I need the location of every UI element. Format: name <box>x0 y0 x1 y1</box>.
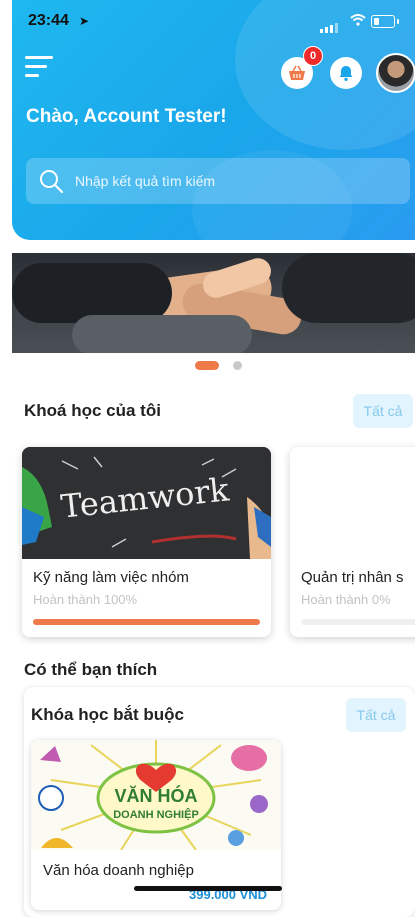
my-courses-title: Khoá học của tôi <box>24 401 161 420</box>
course-card[interactable]: Teamwork Kỹ năng làm việc nhóm Hoàn thàn… <box>22 447 271 637</box>
course-thumbnail <box>290 447 415 559</box>
greeting-text: Chào, Account Tester! <box>26 106 227 127</box>
wifi-icon <box>350 14 366 26</box>
basket-icon <box>289 65 305 80</box>
battery-cap <box>397 19 399 24</box>
course-title: Quản trị nhân s <box>301 569 404 586</box>
course-card[interactable]: VĂN HÓA DOANH NGHIỆP Văn hóa doanh nghiệ… <box>31 740 281 910</box>
suggested-title: Có thể bạn thích <box>24 660 158 679</box>
cart-badge: 0 <box>303 46 323 66</box>
bell-icon <box>339 66 353 81</box>
notification-button[interactable] <box>330 57 362 89</box>
course-progress-fill <box>33 619 260 625</box>
logo-line1: VĂN HÓA <box>114 785 197 806</box>
course-thumbnail: VĂN HÓA DOANH NGHIỆP <box>31 740 281 850</box>
left-edge <box>0 0 12 900</box>
course-title: Kỹ năng làm việc nhóm <box>33 569 189 586</box>
search-icon <box>40 170 64 194</box>
banner-image[interactable] <box>12 253 415 353</box>
course-progress-bar <box>33 619 260 625</box>
avatar[interactable] <box>376 53 415 93</box>
my-courses-all-button[interactable]: Tất cả <box>353 394 413 428</box>
banner-sleeve <box>72 315 252 353</box>
pagination-dot[interactable] <box>233 361 242 370</box>
status-time: 23:44 <box>28 12 69 29</box>
signal-icon <box>320 15 340 33</box>
course-status: Hoàn thành 0% <box>301 592 391 607</box>
hamburger-menu-icon[interactable] <box>25 56 57 78</box>
banner-sleeve <box>12 263 172 323</box>
pagination-dot-active[interactable] <box>195 361 219 370</box>
course-title: Văn hóa doanh nghiệp <box>43 862 194 879</box>
logo-line2: DOANH NGHIỆP <box>113 808 199 821</box>
search-input[interactable]: Nhập kết quả tìm kiếm <box>26 158 410 204</box>
course-card[interactable]: Quản trị nhân s Hoàn thành 0% <box>290 447 415 637</box>
search-placeholder: Nhập kết quả tìm kiếm <box>75 173 216 189</box>
battery-icon <box>371 15 395 28</box>
status-bar: 23:44 ➤ <box>0 0 415 44</box>
home-indicator[interactable] <box>134 886 282 891</box>
required-courses-title: Khóa học bắt buộc <box>31 705 184 724</box>
course-status: Hoàn thành 100% <box>33 592 138 607</box>
location-arrow-icon: ➤ <box>79 14 90 28</box>
required-courses-all-button[interactable]: Tất cả <box>346 698 406 732</box>
course-progress-bar <box>301 619 415 625</box>
course-thumbnail: Teamwork <box>22 447 271 559</box>
banner-sleeve <box>282 253 415 323</box>
